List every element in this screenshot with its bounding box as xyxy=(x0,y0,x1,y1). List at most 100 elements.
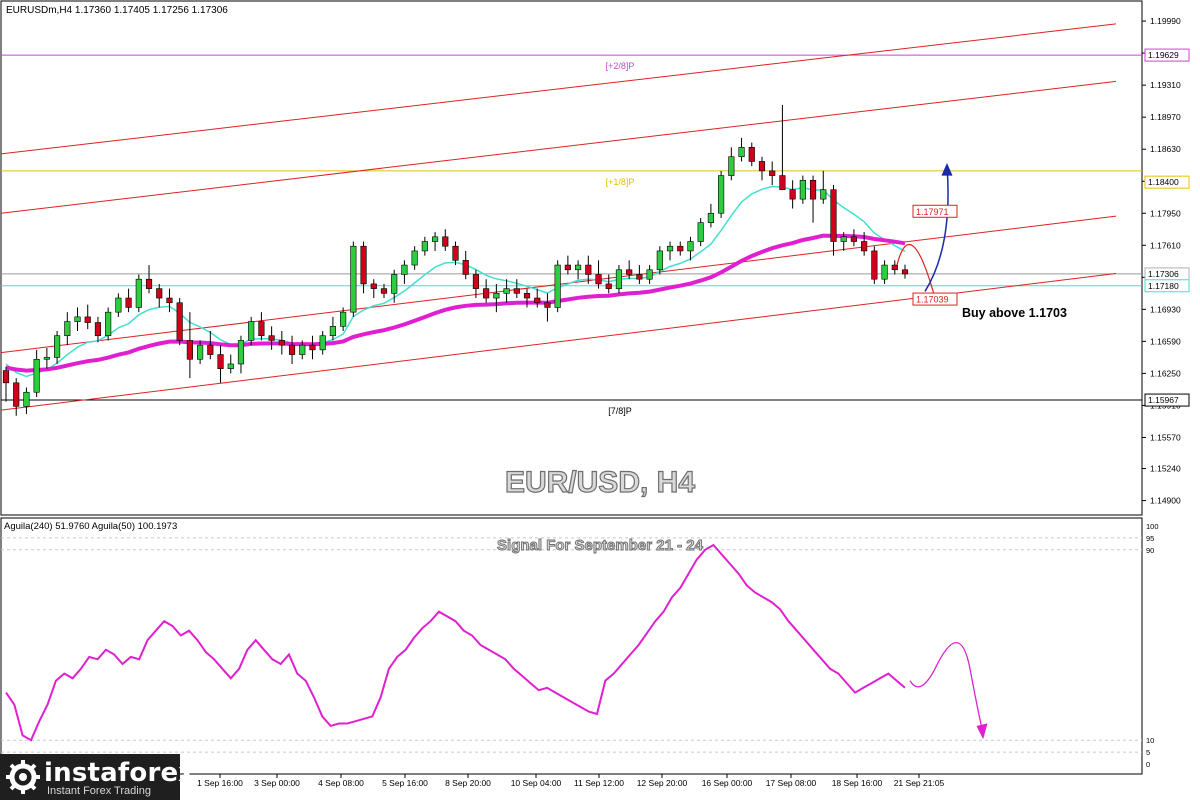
candle-body xyxy=(370,283,377,289)
candle-body xyxy=(319,335,326,351)
target-low-label: 1.17039 xyxy=(916,295,949,305)
indicator-header: Aguila(240) 51.9760 Aguila(50) 100.1973 xyxy=(4,521,177,532)
candle-body xyxy=(901,269,909,275)
price-label: 1.18400 xyxy=(1148,177,1179,187)
price-label: 1.17306 xyxy=(1148,269,1179,279)
candle-body xyxy=(483,288,490,299)
time-tick-label: 10 Sep 04:00 xyxy=(511,778,562,788)
candle-body xyxy=(329,325,336,337)
candle-body xyxy=(472,274,480,289)
candle-body xyxy=(656,250,663,271)
candle-body xyxy=(135,278,142,308)
candle-body xyxy=(421,241,428,252)
time-tick-label: 18 Sep 16:00 xyxy=(832,778,883,788)
candle-body xyxy=(115,297,122,313)
price-tick-label: 1.19990 xyxy=(1150,16,1181,26)
candle-body xyxy=(615,269,623,289)
candle-body xyxy=(595,274,602,285)
time-tick-label: 1 Sep 16:00 xyxy=(197,778,243,788)
candle-body xyxy=(769,170,776,176)
gear-icon xyxy=(6,760,40,794)
price-tick-label: 1.16590 xyxy=(1150,336,1181,346)
price-tick-label: 1.18630 xyxy=(1150,144,1181,154)
time-axis: 1 Sep 16:00 3 Sep 00:00 4 Sep 08:00 5 Sep 1… xyxy=(197,774,945,788)
candle-body xyxy=(585,264,592,275)
price-tick-label: 1.14900 xyxy=(1150,496,1181,506)
candle-body xyxy=(840,236,847,242)
candle-body xyxy=(43,357,50,360)
candle-body xyxy=(340,311,347,327)
candle-body xyxy=(575,264,582,271)
price-tick-label: 1.19310 xyxy=(1150,80,1181,90)
candle-body xyxy=(431,236,439,242)
target-high-label: 1.17971 xyxy=(916,207,949,217)
candle-body xyxy=(411,250,418,266)
candle-body xyxy=(33,358,40,393)
candle-body xyxy=(738,147,745,158)
candle-body xyxy=(176,302,183,341)
time-tick-label: 4 Sep 08:00 xyxy=(318,778,364,788)
candle-body xyxy=(288,344,296,355)
candle-body xyxy=(84,316,91,323)
candle-body xyxy=(217,354,224,369)
candle-body xyxy=(350,245,357,313)
candle-body xyxy=(74,316,81,322)
candle-body xyxy=(380,288,388,294)
candle-body xyxy=(237,340,245,365)
symbol-ohlc-line: EURUSDm,H4 1.17360 1.17405 1.17256 1.173… xyxy=(6,5,228,16)
time-tick-label: 16 Sep 00:00 xyxy=(702,778,753,788)
candle-body xyxy=(809,179,817,200)
candle-body xyxy=(197,344,204,360)
candle-body xyxy=(881,264,888,280)
indicator-axis-label: 5 xyxy=(1146,748,1150,757)
murray-level-label: [7/8]P xyxy=(608,406,632,416)
candle-body xyxy=(820,189,827,200)
candle-body xyxy=(779,175,786,191)
price-chart[interactable]: [+2/8]P [+1/8]P [7/8]P 1.17971 1.17039 1.19… xyxy=(0,0,1200,800)
candle-body xyxy=(145,278,153,289)
candle-body xyxy=(646,269,653,280)
candle-body xyxy=(707,212,714,223)
candle-body xyxy=(94,322,102,337)
candle-body xyxy=(258,321,265,337)
candle-body xyxy=(687,241,694,252)
candle-body xyxy=(299,344,306,355)
time-tick-label: 3 Sep 00:00 xyxy=(254,778,300,788)
price-axis: 1.199901.196501.193101.189701.186301.182… xyxy=(1142,16,1190,506)
candle-body xyxy=(677,245,684,252)
candle-body xyxy=(503,288,510,294)
time-tick-label: 21 Sep 21:05 xyxy=(894,778,945,788)
time-tick-label: 17 Sep 08:00 xyxy=(766,778,817,788)
candle-body xyxy=(789,189,796,200)
price-tick-label: 1.15240 xyxy=(1150,464,1181,474)
indicator-pane-frame xyxy=(0,517,1143,775)
candle-body xyxy=(23,391,30,407)
indicator-axis-label: 90 xyxy=(1146,546,1154,555)
indicator-axis-label: 0 xyxy=(1146,760,1150,769)
candle-body xyxy=(227,363,234,369)
price-label: 1.17180 xyxy=(1148,281,1179,291)
candle-body xyxy=(186,340,193,360)
price-tick-label: 1.15570 xyxy=(1150,432,1181,442)
candle-body xyxy=(248,321,255,341)
candle-body xyxy=(636,274,643,280)
murray-level-label: [+2/8]P xyxy=(606,61,635,71)
price-label: 1.15967 xyxy=(1148,395,1179,405)
candle-body xyxy=(861,241,868,252)
signal-subtitle: Signal For September 21 - 24 xyxy=(497,537,704,554)
candle-body xyxy=(207,344,214,355)
time-tick-label: 12 Sep 20:00 xyxy=(637,778,688,788)
candle-body xyxy=(728,156,735,176)
candle-body xyxy=(799,179,806,200)
candle-body xyxy=(544,302,551,308)
logo-tagline: Instant Forex Trading xyxy=(47,785,151,797)
candle-body xyxy=(523,293,531,299)
candle-body xyxy=(871,250,878,280)
candle-body xyxy=(554,264,561,308)
candle-body xyxy=(830,189,837,242)
candle-body xyxy=(748,147,755,162)
candle-body xyxy=(758,161,766,172)
time-tick-label: 8 Sep 20:00 xyxy=(445,778,491,788)
candle-body xyxy=(64,321,71,337)
candle-body xyxy=(605,283,612,289)
